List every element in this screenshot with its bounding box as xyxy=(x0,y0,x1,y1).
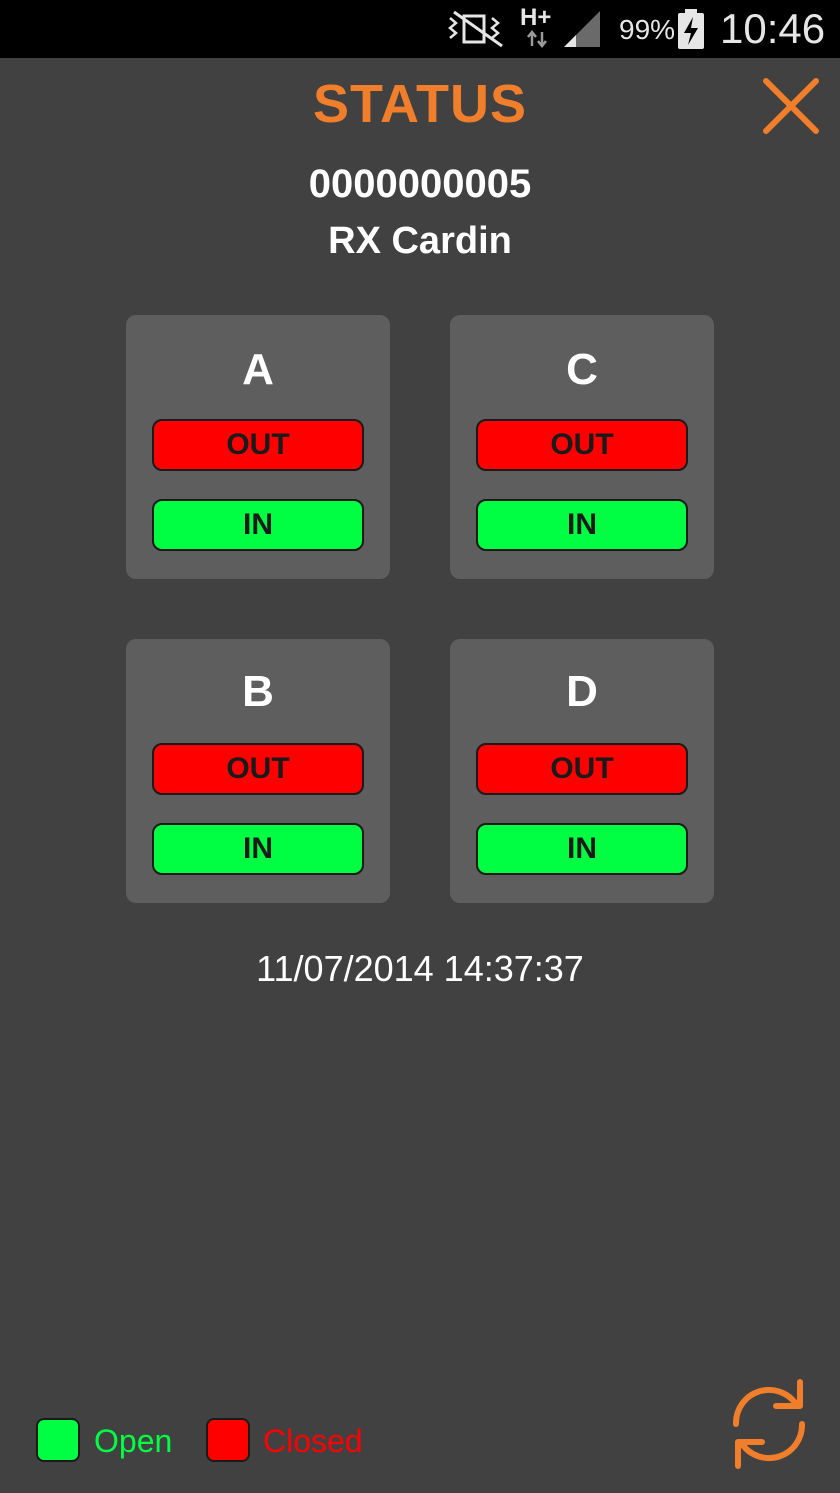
out-status-button[interactable]: OUT xyxy=(476,419,688,471)
out-status-button[interactable]: OUT xyxy=(152,743,364,795)
channel-label: A xyxy=(242,345,274,394)
in-status-button[interactable]: IN xyxy=(476,499,688,551)
vibrate-mute-icon xyxy=(448,10,503,48)
legend-closed-swatch xyxy=(206,1418,250,1462)
close-icon[interactable] xyxy=(760,78,822,134)
channel-card-d: D OUT IN xyxy=(450,639,714,903)
in-status-button[interactable]: IN xyxy=(476,823,688,875)
network-type: H+ xyxy=(520,4,552,31)
channel-label: B xyxy=(242,667,274,716)
legend-open-swatch xyxy=(36,1418,80,1462)
channel-card-b: B OUT IN xyxy=(126,639,390,903)
channel-card-a: A OUT IN xyxy=(126,315,390,579)
last-update-timestamp: 11/07/2014 14:37:37 xyxy=(256,948,584,989)
legend-open-label: Open xyxy=(94,1423,173,1459)
in-status-button[interactable]: IN xyxy=(152,823,364,875)
page-title: STATUS xyxy=(313,74,527,134)
channel-card-c: C OUT IN xyxy=(450,315,714,579)
legend-closed-label: Closed xyxy=(263,1423,363,1459)
refresh-icon[interactable] xyxy=(724,1378,814,1470)
out-status-button[interactable]: OUT xyxy=(152,419,364,471)
device-id: 0000000005 xyxy=(308,162,532,206)
battery-charging-icon xyxy=(678,9,704,49)
clock: 10:46 xyxy=(720,5,826,52)
device-name: RX Cardin xyxy=(328,220,512,262)
status-bar: H+ 99% 10:46 xyxy=(0,0,840,58)
channel-label: C xyxy=(566,345,598,394)
data-arrows-icon xyxy=(527,30,547,48)
out-status-button[interactable]: OUT xyxy=(476,743,688,795)
signal-icon xyxy=(564,11,600,47)
battery-percent: 99% xyxy=(619,14,676,45)
channel-label: D xyxy=(566,667,598,716)
in-status-button[interactable]: IN xyxy=(152,499,364,551)
